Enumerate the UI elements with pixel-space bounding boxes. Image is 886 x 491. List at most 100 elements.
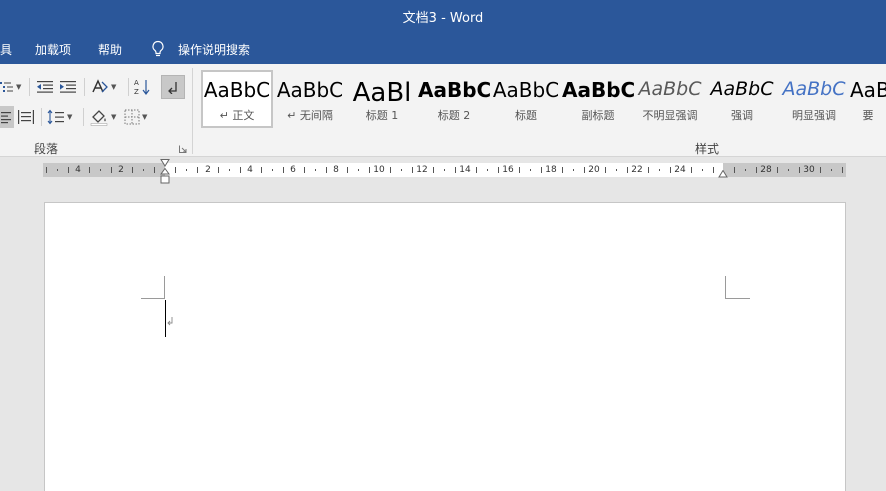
ruler-tick bbox=[100, 169, 101, 171]
ruler-number: 6 bbox=[290, 165, 296, 175]
ruler-tick bbox=[777, 167, 778, 173]
ruler-tick bbox=[272, 169, 273, 171]
style-sample: AaBbC bbox=[418, 78, 490, 102]
ruler-tick bbox=[143, 169, 144, 171]
increase-indent-icon bbox=[60, 81, 76, 93]
svg-text:A: A bbox=[134, 79, 139, 87]
style-3[interactable]: AaBbC 标题 2 bbox=[418, 70, 490, 128]
ruler-number: 4 bbox=[247, 165, 253, 175]
style-name: ↵ 正文 bbox=[219, 109, 255, 122]
ruler-tick bbox=[670, 167, 671, 173]
styles-group-label: 样式 bbox=[695, 142, 720, 156]
crop-mark-top-left bbox=[141, 276, 165, 299]
tab-tools[interactable]: 具 bbox=[0, 41, 12, 58]
align-left-button[interactable] bbox=[0, 106, 14, 128]
ruler-number: 14 bbox=[459, 165, 471, 175]
style-name: 不明显强调 bbox=[642, 109, 698, 122]
style-8[interactable]: AaBbC 明显强调 bbox=[778, 70, 850, 128]
style-sample: AaB bbox=[850, 78, 886, 102]
style-0[interactable]: AaBbC ↵ 正文 bbox=[201, 70, 273, 128]
chinese-layout-button[interactable]: ▼ bbox=[91, 76, 121, 98]
dialog-launcher-icon[interactable] bbox=[179, 145, 187, 153]
hanging-indent-marker[interactable] bbox=[160, 168, 170, 184]
ruler-number: 12 bbox=[416, 165, 428, 175]
sort-icon: A Z bbox=[134, 79, 150, 96]
style-sample: AaBbC bbox=[276, 78, 344, 102]
ruler-tick bbox=[745, 169, 746, 171]
style-sample: AaBbC bbox=[710, 78, 774, 100]
ruler-tick bbox=[240, 167, 241, 173]
style-5[interactable]: AaBbC 副标题 bbox=[562, 70, 634, 128]
ruler-tick bbox=[175, 167, 176, 173]
increase-indent-button[interactable] bbox=[59, 76, 79, 98]
ruler-tick bbox=[326, 167, 327, 173]
tab-help[interactable]: 帮助 bbox=[98, 41, 122, 58]
style-sample: AaBbC bbox=[638, 78, 702, 100]
style-2[interactable]: AaBl 标题 1 bbox=[346, 70, 418, 128]
ruler-tick bbox=[455, 167, 456, 173]
ruler-number: 2 bbox=[118, 165, 124, 175]
style-9[interactable]: AaB 要 bbox=[850, 70, 886, 128]
style-1[interactable]: AaBbC ↵ 无间隔 bbox=[274, 70, 346, 128]
distributed-icon bbox=[18, 110, 34, 124]
ruler-tick bbox=[132, 167, 133, 173]
ruler-number: 24 bbox=[674, 165, 686, 175]
style-name: 标题 1 bbox=[365, 109, 399, 122]
ruler-number: 28 bbox=[760, 165, 772, 175]
svg-text:Z: Z bbox=[134, 88, 139, 96]
ruler-tick bbox=[229, 169, 230, 171]
ruler-tick bbox=[713, 167, 714, 173]
ruler-tick bbox=[197, 167, 198, 173]
decrease-indent-button[interactable] bbox=[36, 76, 56, 98]
ruler-number: 2 bbox=[205, 165, 211, 175]
ruler-tick bbox=[584, 167, 585, 173]
ruler-tick bbox=[315, 169, 316, 171]
style-name: 明显强调 bbox=[792, 109, 836, 122]
first-line-indent-marker[interactable] bbox=[160, 159, 170, 167]
ruler-tick bbox=[734, 167, 735, 173]
line-spacing-button[interactable]: ▼ bbox=[47, 106, 77, 128]
paragraph-return-mark bbox=[167, 317, 173, 326]
style-sample: AaBbC bbox=[203, 78, 271, 102]
tab-addins[interactable]: 加载项 bbox=[35, 41, 71, 58]
ruler-tick bbox=[46, 167, 47, 173]
separator bbox=[128, 78, 129, 96]
separator bbox=[83, 108, 84, 126]
ruler-tick bbox=[89, 167, 90, 173]
tell-me-search[interactable]: 操作说明搜索 bbox=[178, 41, 250, 58]
ruler-tick bbox=[756, 167, 757, 173]
shading-button[interactable]: ▼ bbox=[89, 106, 119, 128]
right-indent-marker[interactable] bbox=[718, 170, 728, 178]
ruler-tick bbox=[154, 167, 155, 173]
distributed-button[interactable] bbox=[17, 106, 37, 128]
ruler-tick bbox=[562, 167, 563, 173]
ruler-tick bbox=[616, 169, 617, 171]
chevron-down-icon: ▼ bbox=[67, 113, 73, 121]
chinese-layout-icon bbox=[92, 79, 108, 93]
multilevel-list-button[interactable]: ▼ bbox=[0, 76, 22, 98]
document-page[interactable] bbox=[44, 202, 846, 491]
style-name: ↵ 无间隔 bbox=[287, 109, 333, 122]
ruler-right-margin bbox=[723, 163, 846, 177]
paragraph-group-label: 段落 bbox=[34, 142, 59, 156]
sort-button[interactable]: A Z bbox=[134, 76, 152, 98]
style-4[interactable]: AaBbC 标题 bbox=[490, 70, 562, 128]
borders-button[interactable]: ▼ bbox=[124, 106, 154, 128]
multilevel-list-icon bbox=[0, 82, 13, 92]
align-left-icon bbox=[1, 112, 11, 124]
show-paragraph-marks-button[interactable] bbox=[161, 75, 185, 99]
line-spacing-icon bbox=[47, 109, 64, 125]
chevron-down-icon: ▼ bbox=[111, 83, 117, 91]
separator bbox=[84, 78, 85, 96]
ruler-left-margin bbox=[43, 163, 165, 177]
style-7[interactable]: AaBbC 强调 bbox=[706, 70, 778, 128]
group-separator bbox=[192, 68, 193, 154]
style-name: 标题 2 bbox=[437, 109, 471, 122]
decrease-indent-icon bbox=[37, 81, 53, 93]
ruler-number: 10 bbox=[373, 165, 385, 175]
ruler-tick bbox=[842, 167, 843, 173]
style-sample: AaBbC bbox=[492, 78, 560, 102]
ruler-tick bbox=[799, 167, 800, 173]
style-6[interactable]: AaBbC 不明显强调 bbox=[634, 70, 706, 128]
lightbulb-icon[interactable] bbox=[151, 40, 165, 58]
